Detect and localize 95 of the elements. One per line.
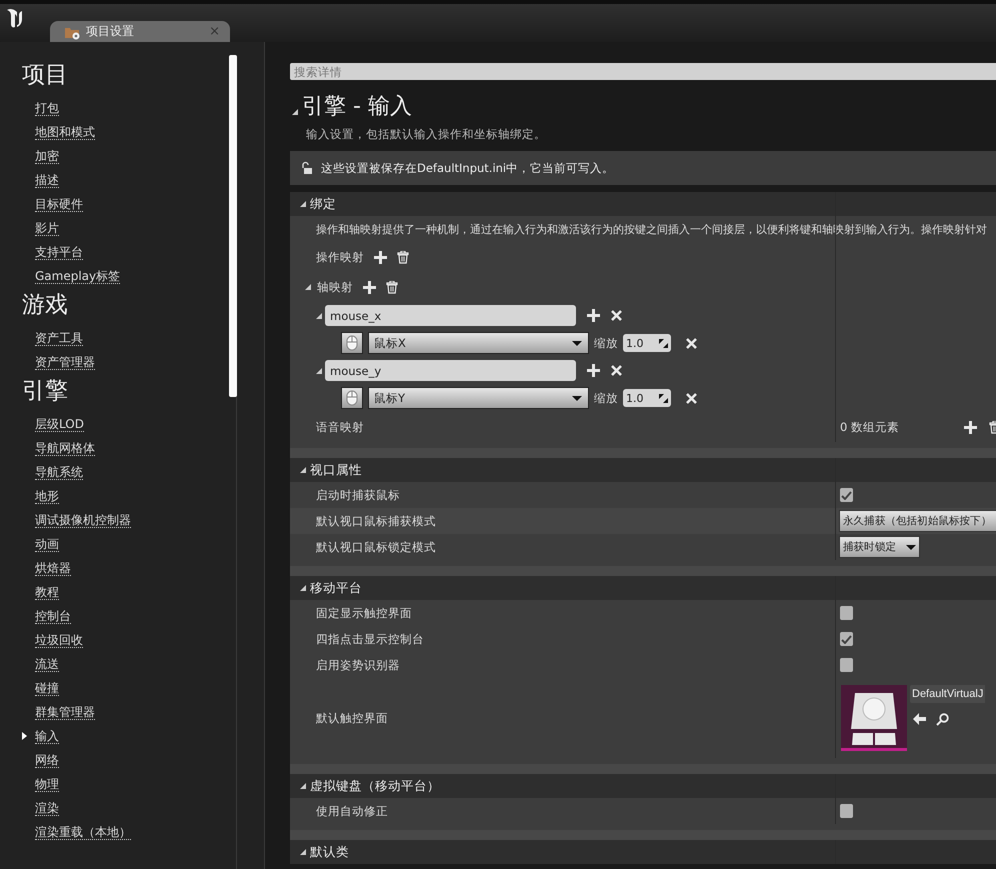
sidebar-item[interactable]: 垃圾回收 <box>35 632 83 648</box>
sidebar-item[interactable]: 加密 <box>35 148 59 164</box>
axis-name-field[interactable]: mouse_x <box>325 305 576 326</box>
sidebar-item[interactable]: 打包 <box>35 100 59 116</box>
property-label: 默认触控界面 <box>316 710 389 726</box>
spin-icon <box>659 338 668 348</box>
sidebar-item[interactable]: 目标硬件 <box>35 196 83 212</box>
sidebar-item[interactable]: 影片 <box>35 220 59 236</box>
mouse-icon <box>346 335 358 351</box>
sidebar-item[interactable]: 渲染重载（本地） <box>35 824 131 840</box>
search-icon[interactable] <box>936 713 949 726</box>
property-label: 默认视口鼠标锁定模式 <box>316 540 437 554</box>
add-icon[interactable] <box>363 280 376 294</box>
search-field[interactable]: 搜索详情 <box>290 63 996 80</box>
sidebar-item[interactable]: 地图和模式 <box>35 124 95 140</box>
checkbox[interactable] <box>840 632 853 646</box>
add-icon[interactable] <box>374 250 387 264</box>
key-dropdown[interactable]: 鼠标X <box>368 332 589 354</box>
check-icon <box>841 634 852 644</box>
sidebar-item[interactable]: 群集管理器 <box>35 704 95 720</box>
property-label: 语音映射 <box>316 420 365 434</box>
property-label: 固定显示触控界面 <box>316 606 413 620</box>
page-description: 输入设置，包括默认输入操作和坐标轴绑定。 <box>306 127 547 142</box>
key-picker-button[interactable] <box>341 332 363 354</box>
dropdown[interactable]: 永久捕获（包括初始鼠标按下） <box>839 510 996 532</box>
property-label: 四指点击显示控制台 <box>316 632 425 646</box>
scale-label: 缩放 <box>594 390 618 406</box>
section-header[interactable]: 视口属性 <box>290 458 996 482</box>
spin-icon <box>659 394 668 402</box>
mouse-icon <box>346 390 358 406</box>
checkbox[interactable] <box>840 658 853 672</box>
checkbox[interactable] <box>840 606 853 620</box>
sidebar-item[interactable]: 支持平台 <box>35 244 83 260</box>
property-label: 启用姿势识别器 <box>316 658 401 672</box>
section-header[interactable]: 移动平台 <box>290 576 996 600</box>
unlocked-icon <box>300 161 313 175</box>
property-label: 启动时捕获鼠标 <box>316 488 401 502</box>
tab[interactable]: 项目设置 × <box>50 21 230 42</box>
sidebar-item[interactable]: 物理 <box>35 776 59 792</box>
add-icon[interactable] <box>587 309 600 322</box>
remove-icon[interactable] <box>611 365 622 376</box>
sidebar-item[interactable]: 资产工具 <box>35 330 83 346</box>
check-icon <box>841 490 852 500</box>
property-label: 使用自动修正 <box>316 804 389 818</box>
joystick-thumbnail-icon[interactable] <box>841 685 907 751</box>
scale-label: 缩放 <box>594 336 618 350</box>
sidebar-item[interactable]: 调试摄像机控制器 <box>35 512 131 528</box>
collapse-arrow-icon[interactable] <box>305 284 311 290</box>
checkbox[interactable] <box>840 804 853 818</box>
sidebar-item[interactable]: 输入 <box>35 728 59 744</box>
property-label: 默认视口鼠标捕获模式 <box>316 514 437 528</box>
section-header[interactable]: 虚拟键盘（移动平台） <box>290 774 996 798</box>
sidebar-item[interactable]: 控制台 <box>35 608 71 624</box>
axis-name-field[interactable]: mouse_y <box>325 360 576 381</box>
sidebar-item[interactable]: 碰撞 <box>35 680 59 696</box>
checkbox[interactable] <box>840 488 853 502</box>
notice-bar: 这些设置被保存在DefaultInput.ini中，它当前可写入。 <box>290 151 996 185</box>
collapse-arrow-icon[interactable] <box>292 109 298 115</box>
sidebar-item[interactable]: 资产管理器 <box>35 354 95 370</box>
scale-field[interactable]: 1.0 <box>623 389 671 407</box>
sidebar-item[interactable]: 流送 <box>35 656 59 672</box>
sidebar-item[interactable]: 渲染 <box>35 800 59 816</box>
add-icon[interactable] <box>587 364 600 377</box>
sidebar-item[interactable]: 描述 <box>35 172 59 188</box>
sidebar-item[interactable]: 动画 <box>35 536 59 552</box>
array-count: 0 数组元素 <box>840 420 899 434</box>
sidebar-item[interactable]: Gameplay标签 <box>35 268 120 284</box>
page-title: 引擎 - 输入 <box>302 93 412 121</box>
sidebar-item[interactable]: 烘焙器 <box>35 560 71 576</box>
sidebar-heading: 项目 <box>22 61 69 90</box>
remove-icon[interactable] <box>611 310 622 321</box>
sidebar-item[interactable]: 导航系统 <box>35 464 83 480</box>
section-header[interactable]: 绑定 <box>290 192 996 216</box>
delete-icon[interactable] <box>397 250 409 264</box>
remove-icon[interactable] <box>686 392 697 404</box>
scrollbar-thumb[interactable] <box>229 55 237 397</box>
delete-icon[interactable] <box>386 280 398 294</box>
sidebar-item[interactable]: 教程 <box>35 584 59 600</box>
sidebar-item[interactable]: 网络 <box>35 752 59 768</box>
section-header[interactable]: 默认类 <box>290 840 996 864</box>
sidebar-item[interactable]: 导航网格体 <box>35 440 95 456</box>
add-icon[interactable] <box>964 420 977 434</box>
asset-name: DefaultVirtualJ <box>910 685 986 703</box>
key-picker-button[interactable] <box>341 387 363 409</box>
sidebar-item[interactable]: 地形 <box>35 488 59 504</box>
scale-field[interactable]: 1.0 <box>623 334 671 352</box>
sidebar-heading: 引擎 <box>22 377 69 406</box>
back-arrow-icon[interactable] <box>913 713 926 725</box>
key-dropdown[interactable]: 鼠标Y <box>368 387 589 409</box>
property-label: 操作映射 <box>316 250 364 264</box>
property-label: 轴映射 <box>317 280 353 294</box>
remove-icon[interactable] <box>686 338 697 348</box>
dropdown[interactable]: 捕获时锁定 <box>839 536 920 558</box>
sidebar-heading: 游戏 <box>22 291 69 320</box>
sidebar-item[interactable]: 层级LOD <box>35 416 84 432</box>
